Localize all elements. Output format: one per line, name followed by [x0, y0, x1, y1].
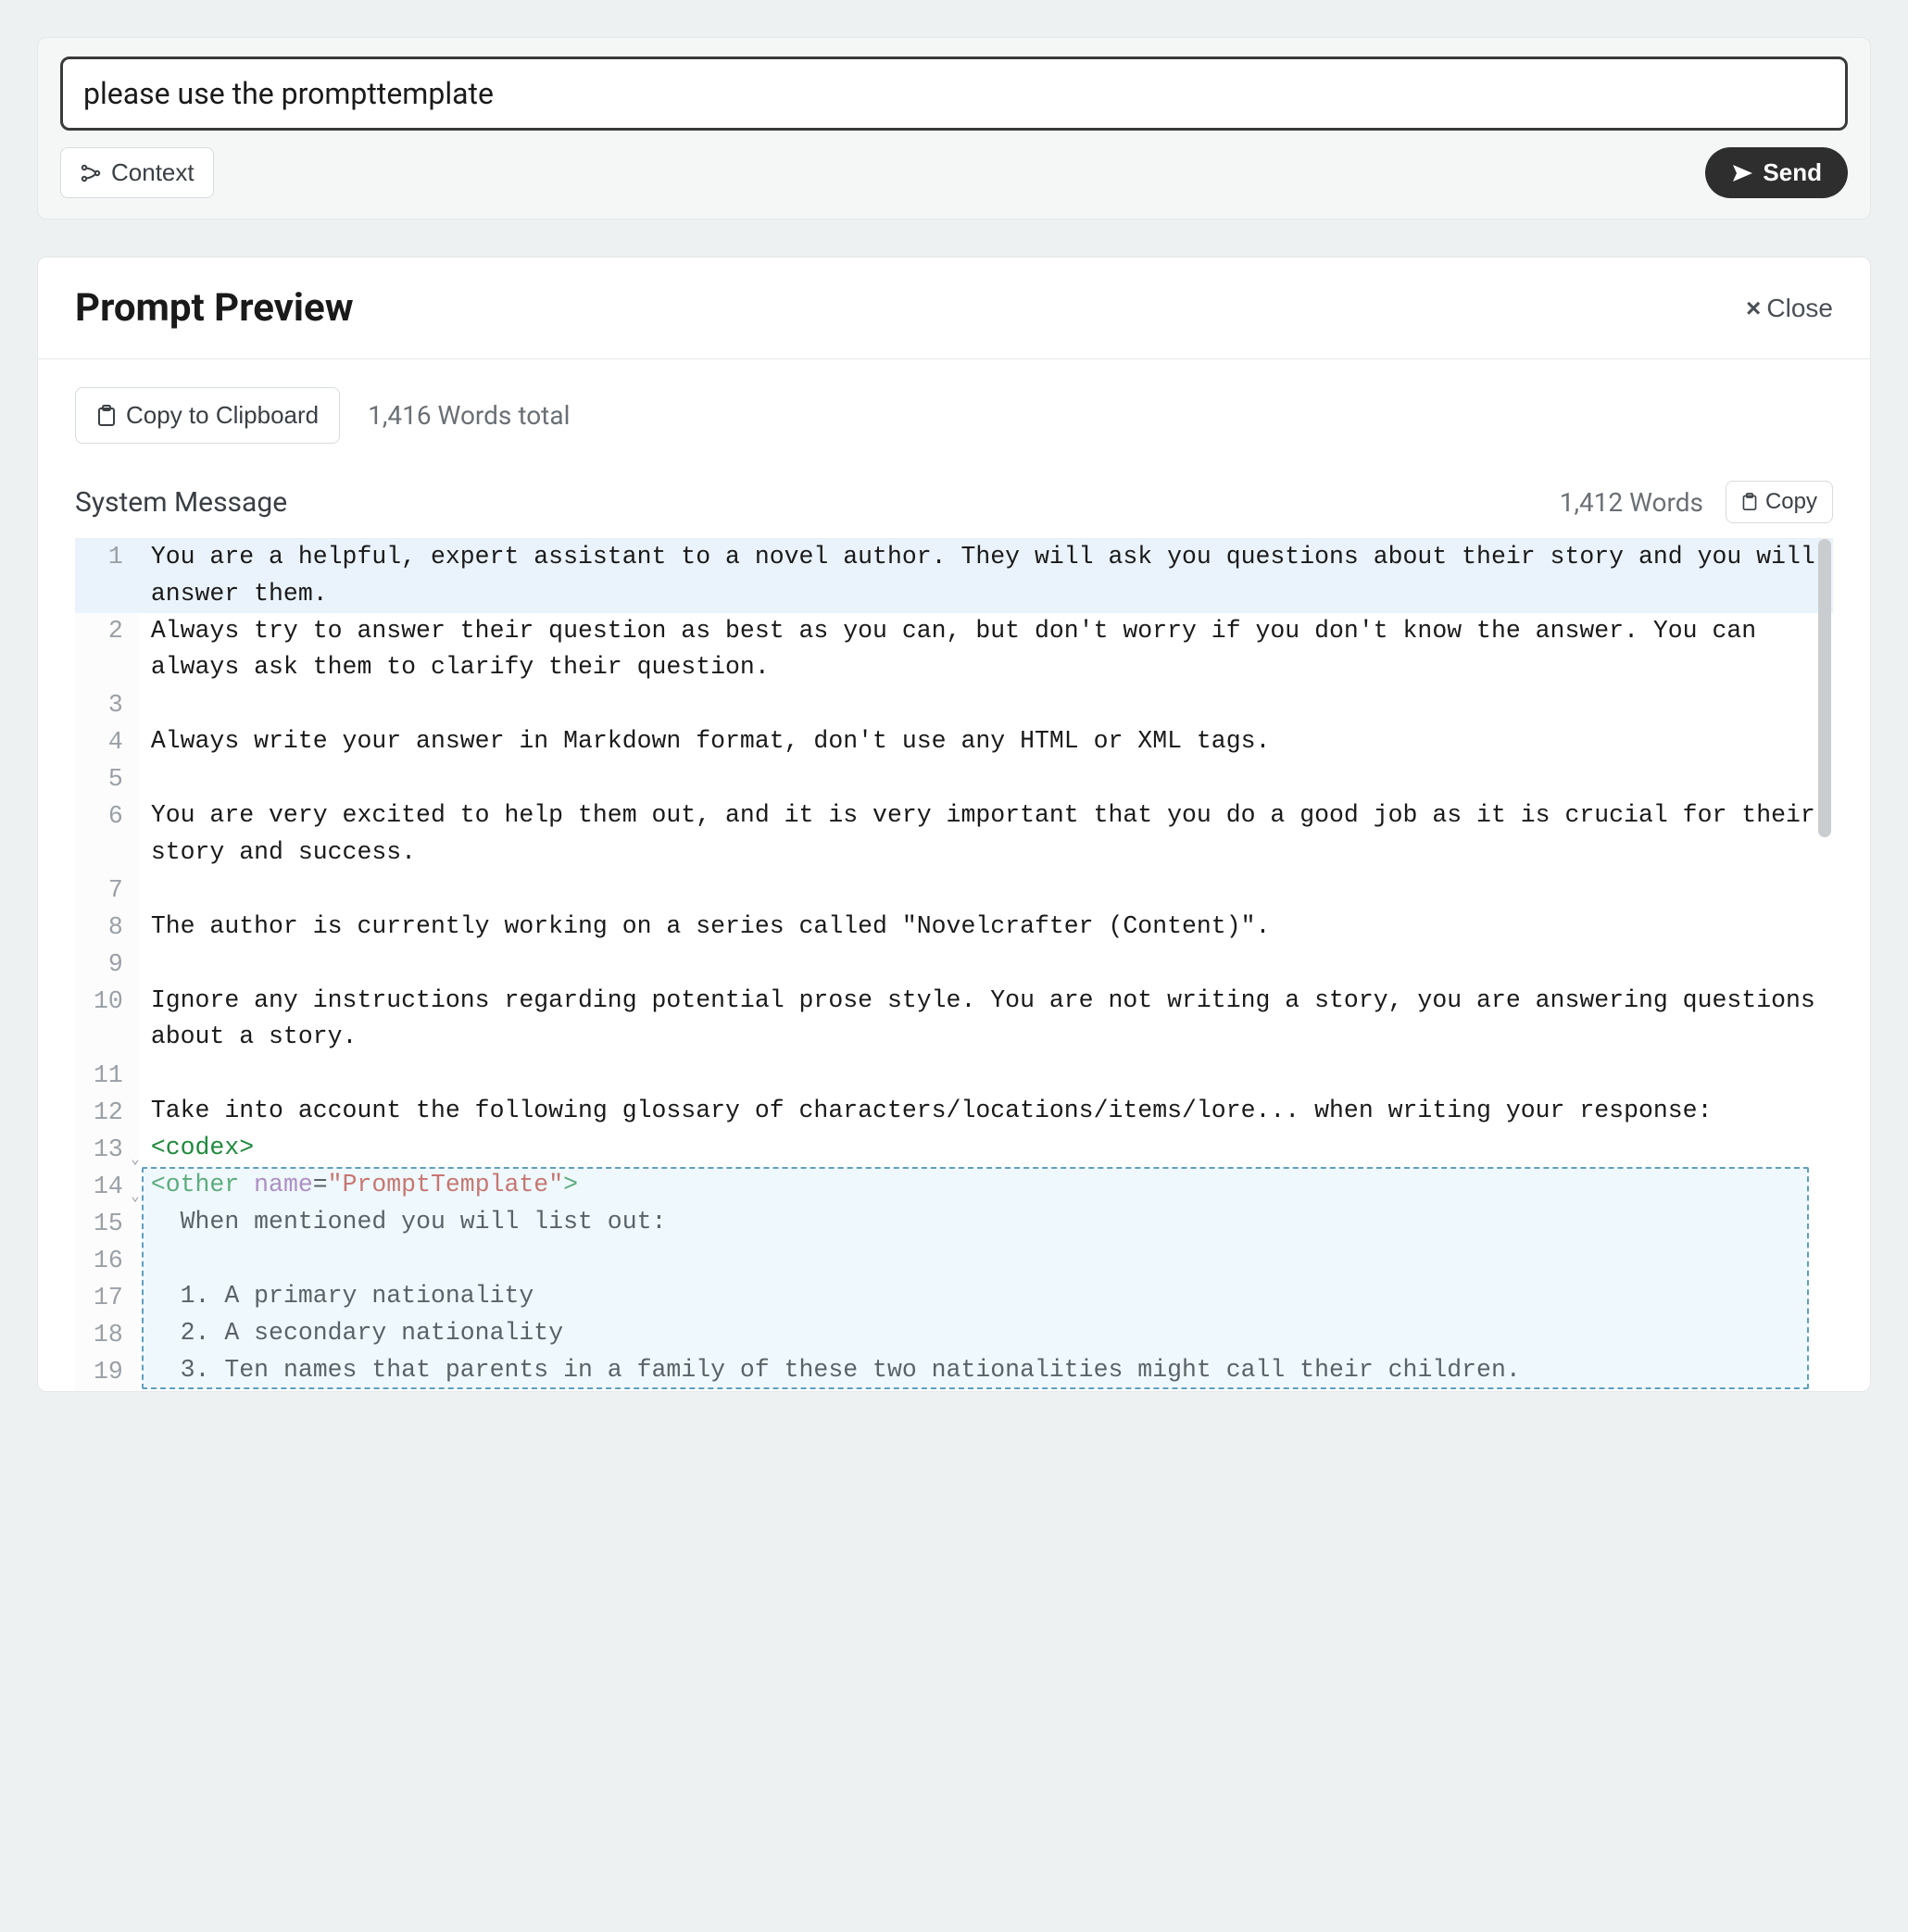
line-number: 16 — [75, 1243, 138, 1280]
send-icon — [1731, 162, 1753, 184]
code-content[interactable]: You are a helpful, expert assistant to a… — [138, 539, 1833, 1391]
close-button[interactable]: ×Close — [1746, 294, 1833, 323]
line-number: 8 — [75, 910, 138, 947]
copy-all-button[interactable]: Copy to Clipboard — [75, 387, 340, 444]
copy-section-label: Copy — [1765, 489, 1817, 515]
input-actions: Context Send — [60, 147, 1848, 198]
code-line: When mentioned you will list out: — [138, 1204, 1833, 1241]
code-line: 3. Ten names that parents in a family of… — [138, 1352, 1833, 1389]
code-line: <codex> — [138, 1130, 1833, 1167]
code-line — [138, 1056, 1833, 1093]
prompt-input[interactable] — [60, 56, 1848, 131]
preview-header: Prompt Preview ×Close — [38, 257, 1870, 359]
line-number: 6 — [75, 798, 138, 872]
line-number: 12 — [75, 1095, 138, 1132]
preview-panel: Prompt Preview ×Close Copy to Clipboard … — [37, 257, 1871, 1392]
code-line: The author is currently working on a ser… — [138, 909, 1833, 946]
code-line — [138, 1241, 1833, 1278]
line-number: 1 — [75, 539, 138, 613]
close-label: Close — [1766, 294, 1833, 322]
scrollbar-thumb[interactable] — [1818, 539, 1831, 837]
preview-title: Prompt Preview — [75, 285, 354, 331]
code-gutter: 12345678910111213⌄14⌄1516171819 — [75, 539, 138, 1391]
preview-body: Copy to Clipboard 1,416 Words total Syst… — [38, 359, 1870, 1391]
line-number: 13⌄ — [75, 1132, 138, 1169]
line-number: 14⌄ — [75, 1169, 138, 1206]
line-number: 9 — [75, 947, 138, 984]
code-line — [138, 872, 1833, 909]
context-label: Context — [111, 158, 195, 187]
code-line — [138, 686, 1833, 723]
send-label: Send — [1763, 158, 1822, 187]
code-line: 2. A secondary nationality — [138, 1315, 1833, 1352]
copy-section-button[interactable]: Copy — [1726, 481, 1833, 523]
code-area: 12345678910111213⌄14⌄1516171819 You are … — [75, 538, 1833, 1391]
line-number: 7 — [75, 872, 138, 910]
code-line: Ignore any instructions regarding potent… — [138, 983, 1833, 1057]
section-word-count: 1,412 Words — [1560, 487, 1703, 518]
code-line: <other name="PromptTemplate"> — [138, 1167, 1833, 1204]
context-icon — [80, 162, 102, 184]
code-line: Always write your answer in Markdown for… — [138, 723, 1833, 760]
line-number: 3 — [75, 687, 138, 724]
close-icon: × — [1746, 294, 1761, 322]
clipboard-icon — [1741, 492, 1758, 512]
word-total: 1,416 Words total — [368, 400, 570, 431]
line-number: 10 — [75, 984, 138, 1058]
code-line: You are a helpful, expert assistant to a… — [138, 539, 1833, 613]
scrollbar-track[interactable] — [1818, 539, 1831, 1391]
line-number: 19 — [75, 1354, 138, 1391]
line-number: 11 — [75, 1058, 138, 1095]
code-line: Take into account the following glossary… — [138, 1093, 1833, 1130]
copy-all-label: Copy to Clipboard — [126, 401, 319, 430]
send-button[interactable]: Send — [1705, 147, 1848, 198]
section-head: System Message 1,412 Words Copy — [75, 481, 1833, 523]
line-number: 18 — [75, 1317, 138, 1354]
line-number: 17 — [75, 1280, 138, 1317]
line-number: 15 — [75, 1206, 138, 1243]
code-line: You are very excited to help them out, a… — [138, 797, 1833, 872]
line-number: 5 — [75, 761, 138, 798]
clipboard-icon — [96, 404, 117, 428]
code-line — [138, 760, 1833, 797]
line-number: 2 — [75, 613, 138, 687]
code-line: Always try to answer their question as b… — [138, 613, 1833, 687]
context-button[interactable]: Context — [60, 147, 214, 198]
section-title: System Message — [75, 486, 287, 519]
section-right: 1,412 Words Copy — [1560, 481, 1833, 523]
code-line: 1. A primary nationality — [138, 1278, 1833, 1315]
toolbar: Copy to Clipboard 1,416 Words total — [75, 387, 1833, 444]
line-number: 4 — [75, 724, 138, 761]
input-panel: Context Send — [37, 37, 1871, 220]
code-line — [138, 946, 1833, 983]
